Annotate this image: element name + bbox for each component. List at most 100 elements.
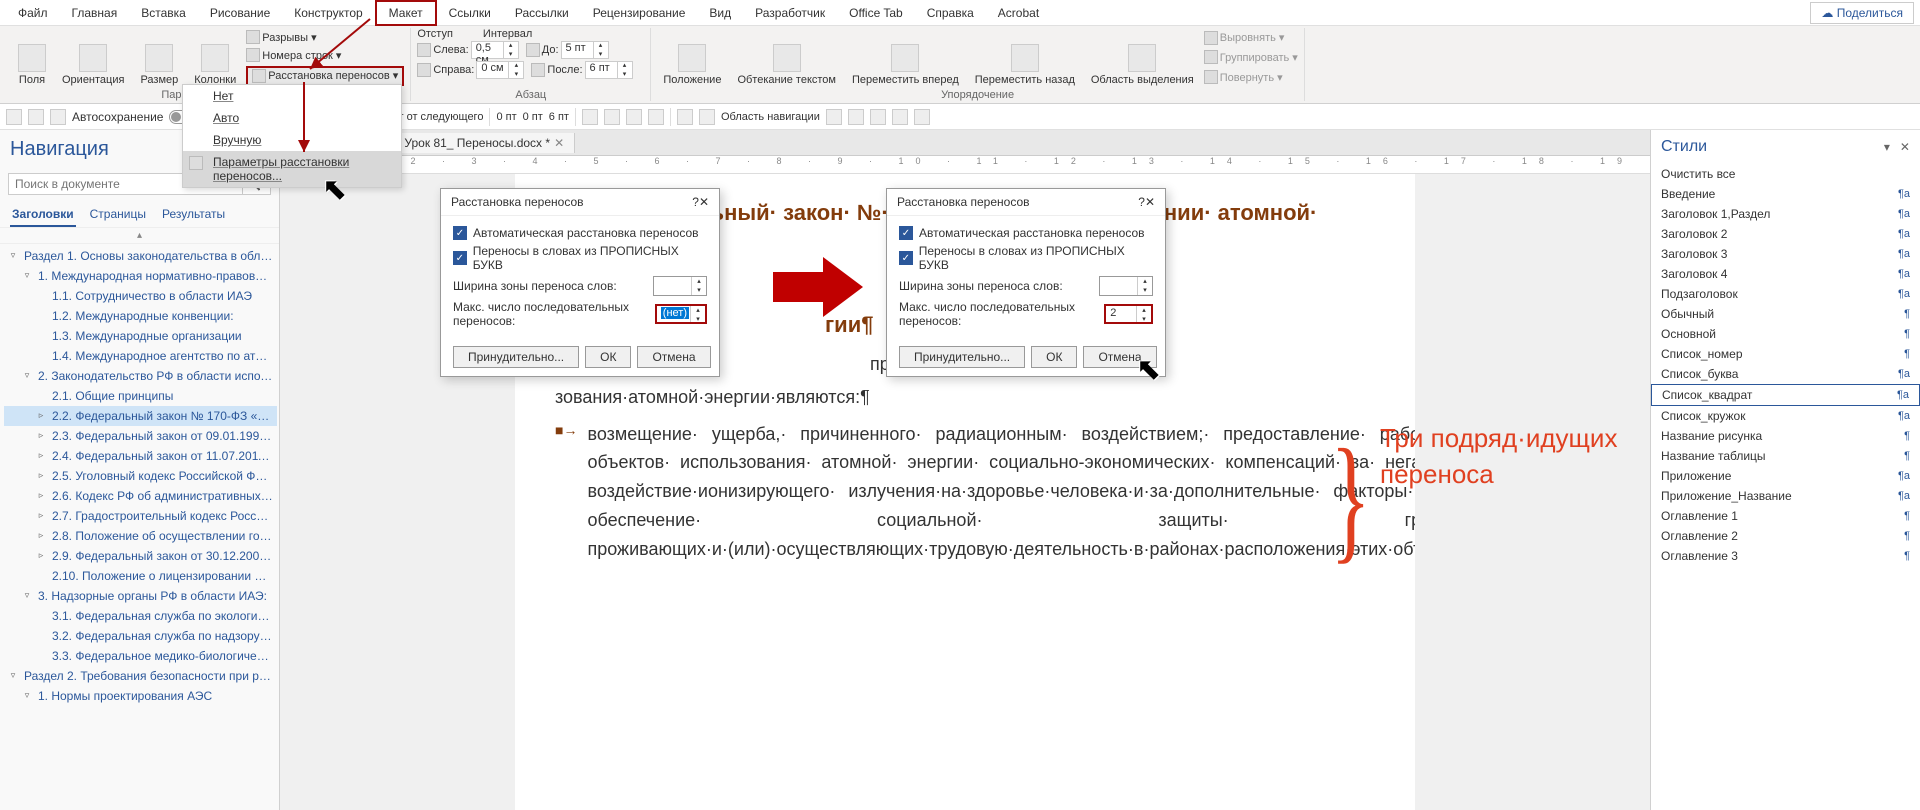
style-item[interactable]: Основной¶ [1651,324,1920,344]
ribbon-tab-ссылки[interactable]: Ссылки [437,2,503,24]
ruler[interactable]: · 1 · 2 · 3 · 4 · 5 · 6 · 7 · 8 · 9 · 10… [280,156,1650,174]
breaks-button[interactable]: Разрывы ▾ [246,29,404,45]
style-item[interactable]: Список_квадрат¶a [1651,384,1920,406]
max-input[interactable]: (нет) [655,304,707,324]
style-item[interactable]: Список_буква¶a [1651,364,1920,384]
zone-input[interactable] [653,276,707,296]
help-button[interactable]: ? [692,195,699,209]
open-icon[interactable] [50,109,66,125]
qat-icon[interactable] [870,109,886,125]
qat-icon[interactable] [582,109,598,125]
style-item[interactable]: Название таблицы¶ [1651,446,1920,466]
tree-item[interactable]: ▿1. Международная нормативно-правовая ба… [4,266,277,286]
tree-item[interactable]: ▹2.5. Уголовный кодекс Российской Федера… [4,466,277,486]
new-icon[interactable] [28,109,44,125]
style-item[interactable]: Оглавление 1¶ [1651,506,1920,526]
help-button[interactable]: ? [1138,195,1145,209]
qat-icon[interactable] [826,109,842,125]
ribbon-tab-главная[interactable]: Главная [60,2,130,24]
indent-left-input[interactable]: 0,5 см [471,41,519,59]
tree-item[interactable]: ▹2.7. Градостроительный кодекс Российско… [4,506,277,526]
style-item[interactable]: Заголовок 1,Раздел¶a [1651,204,1920,224]
style-item[interactable]: Приложение¶a [1651,466,1920,486]
hyph-option[interactable]: Параметры расстановки переносов... [183,151,401,187]
tree-item[interactable]: ▹2.3. Федеральный закон от 09.01.1996 № … [4,426,277,446]
save-icon[interactable] [6,109,22,125]
close-button[interactable]: ✕ [1145,195,1155,209]
style-item[interactable]: Оглавление 3¶ [1651,546,1920,566]
qat-icon[interactable] [626,109,642,125]
nav-area-label[interactable]: Область навигации [721,111,820,123]
tree-item[interactable]: ▹2.9. Федеральный закон от 30.12.2009 № … [4,546,277,566]
tree-item[interactable]: 2.1. Общие принципы [4,386,277,406]
nav-tab[interactable]: Страницы [88,203,148,227]
tree-item[interactable]: ▿Раздел 2. Требования безопасности при р… [4,666,277,686]
cancel-button[interactable]: Отмена [637,346,710,368]
style-item[interactable]: Очистить все [1651,164,1920,184]
tree-item[interactable]: ▿1. Нормы проектирования АЭС [4,686,277,706]
tree-item[interactable]: 3.3. Федеральное медико-биологическое а… [4,646,277,666]
close-icon[interactable]: ✕ [554,136,564,150]
tree-item[interactable]: 1.4. Международное агентство по атомной… [4,346,277,366]
line-numbers-button[interactable]: Номера строк ▾ [246,47,404,63]
space-before-input[interactable]: 5 пт [561,41,609,59]
checkbox-auto[interactable]: ✓ [899,226,913,240]
tree-item[interactable]: ▹2.4. Федеральный закон от 11.07.2011 № … [4,446,277,466]
style-item[interactable]: Подзаголовок¶a [1651,284,1920,304]
hyph-option[interactable]: Авто [183,107,401,129]
tree-item[interactable]: ▹2.2. Федеральный закон № 170-ФЗ «Об исп… [4,406,277,426]
style-item[interactable]: Список_номер¶ [1651,344,1920,364]
style-item[interactable]: Заголовок 2¶a [1651,224,1920,244]
style-item[interactable]: Приложение_Название¶a [1651,486,1920,506]
rotate-button[interactable]: Повернуть ▾ [1204,69,1298,85]
style-item[interactable]: Заголовок 3¶a [1651,244,1920,264]
qat-icon[interactable] [648,109,664,125]
ribbon-tab-вид[interactable]: Вид [697,2,743,24]
ok-button[interactable]: ОК [1031,346,1077,368]
ribbon-tab-макет[interactable]: Макет [375,0,437,26]
style-item[interactable]: Название рисунка¶ [1651,426,1920,446]
style-item[interactable]: Обычный¶ [1651,304,1920,324]
zone-input[interactable] [1099,276,1153,296]
group-button[interactable]: Группировать ▾ [1204,49,1298,65]
ribbon-tab-разработчик[interactable]: Разработчик [743,2,837,24]
qat-icon[interactable] [677,109,693,125]
tree-item[interactable]: 2.10. Положение о лицензировании деятел… [4,566,277,586]
hyphenation-button[interactable]: Расстановка переносов ▾ [246,66,404,86]
qat-icon[interactable] [914,109,930,125]
collapse-button[interactable]: ▴ [0,227,279,244]
checkbox-caps[interactable]: ✓ [899,251,913,265]
ribbon-tab-вставка[interactable]: Вставка [129,2,198,24]
checkbox-caps[interactable]: ✓ [453,251,467,265]
ribbon-tab-рецензирование[interactable]: Рецензирование [581,2,698,24]
tree-item[interactable]: ▹2.8. Положение об осуществлении государ… [4,526,277,546]
ribbon-tab-конструктор[interactable]: Конструктор [282,2,374,24]
ribbon-tab-рисование[interactable]: Рисование [198,2,282,24]
hyph-option[interactable]: Нет [183,85,401,107]
ribbon-tab-office tab[interactable]: Office Tab [837,2,915,24]
max-input[interactable]: 2 [1104,304,1153,324]
qat-icon[interactable] [604,109,620,125]
style-item[interactable]: Введение¶a [1651,184,1920,204]
tree-item[interactable]: ▿Раздел 1. Основы законодательства в обл… [4,246,277,266]
nav-tab[interactable]: Заголовки [10,203,76,227]
tree-item[interactable]: 1.3. Международные организации [4,326,277,346]
ribbon-tab-рассылки[interactable]: Рассылки [503,2,581,24]
qat-icon[interactable] [699,109,715,125]
hyph-option[interactable]: Вручную [183,129,401,151]
ribbon-tab-справка[interactable]: Справка [915,2,986,24]
ok-button[interactable]: ОК [585,346,631,368]
share-button[interactable]: ☁ Поделиться [1810,2,1914,24]
nav-tab[interactable]: Результаты [160,203,227,227]
tree-item[interactable]: 3.1. Федеральная служба по экологическом… [4,606,277,626]
checkbox-auto[interactable]: ✓ [453,226,467,240]
tree-item[interactable]: 1.2. Международные конвенции: [4,306,277,326]
ribbon-tab-acrobat[interactable]: Acrobat [986,2,1051,24]
tree-item[interactable]: 1.1. Сотрудничество в области ИАЭ [4,286,277,306]
ribbon-tab-файл[interactable]: Файл [6,2,60,24]
tree-item[interactable]: ▹2.6. Кодекс РФ об административных прав… [4,486,277,506]
style-item[interactable]: Оглавление 2¶ [1651,526,1920,546]
qat-icon[interactable] [848,109,864,125]
close-button[interactable]: ✕ [699,195,709,209]
force-button[interactable]: Принудительно... [899,346,1025,368]
